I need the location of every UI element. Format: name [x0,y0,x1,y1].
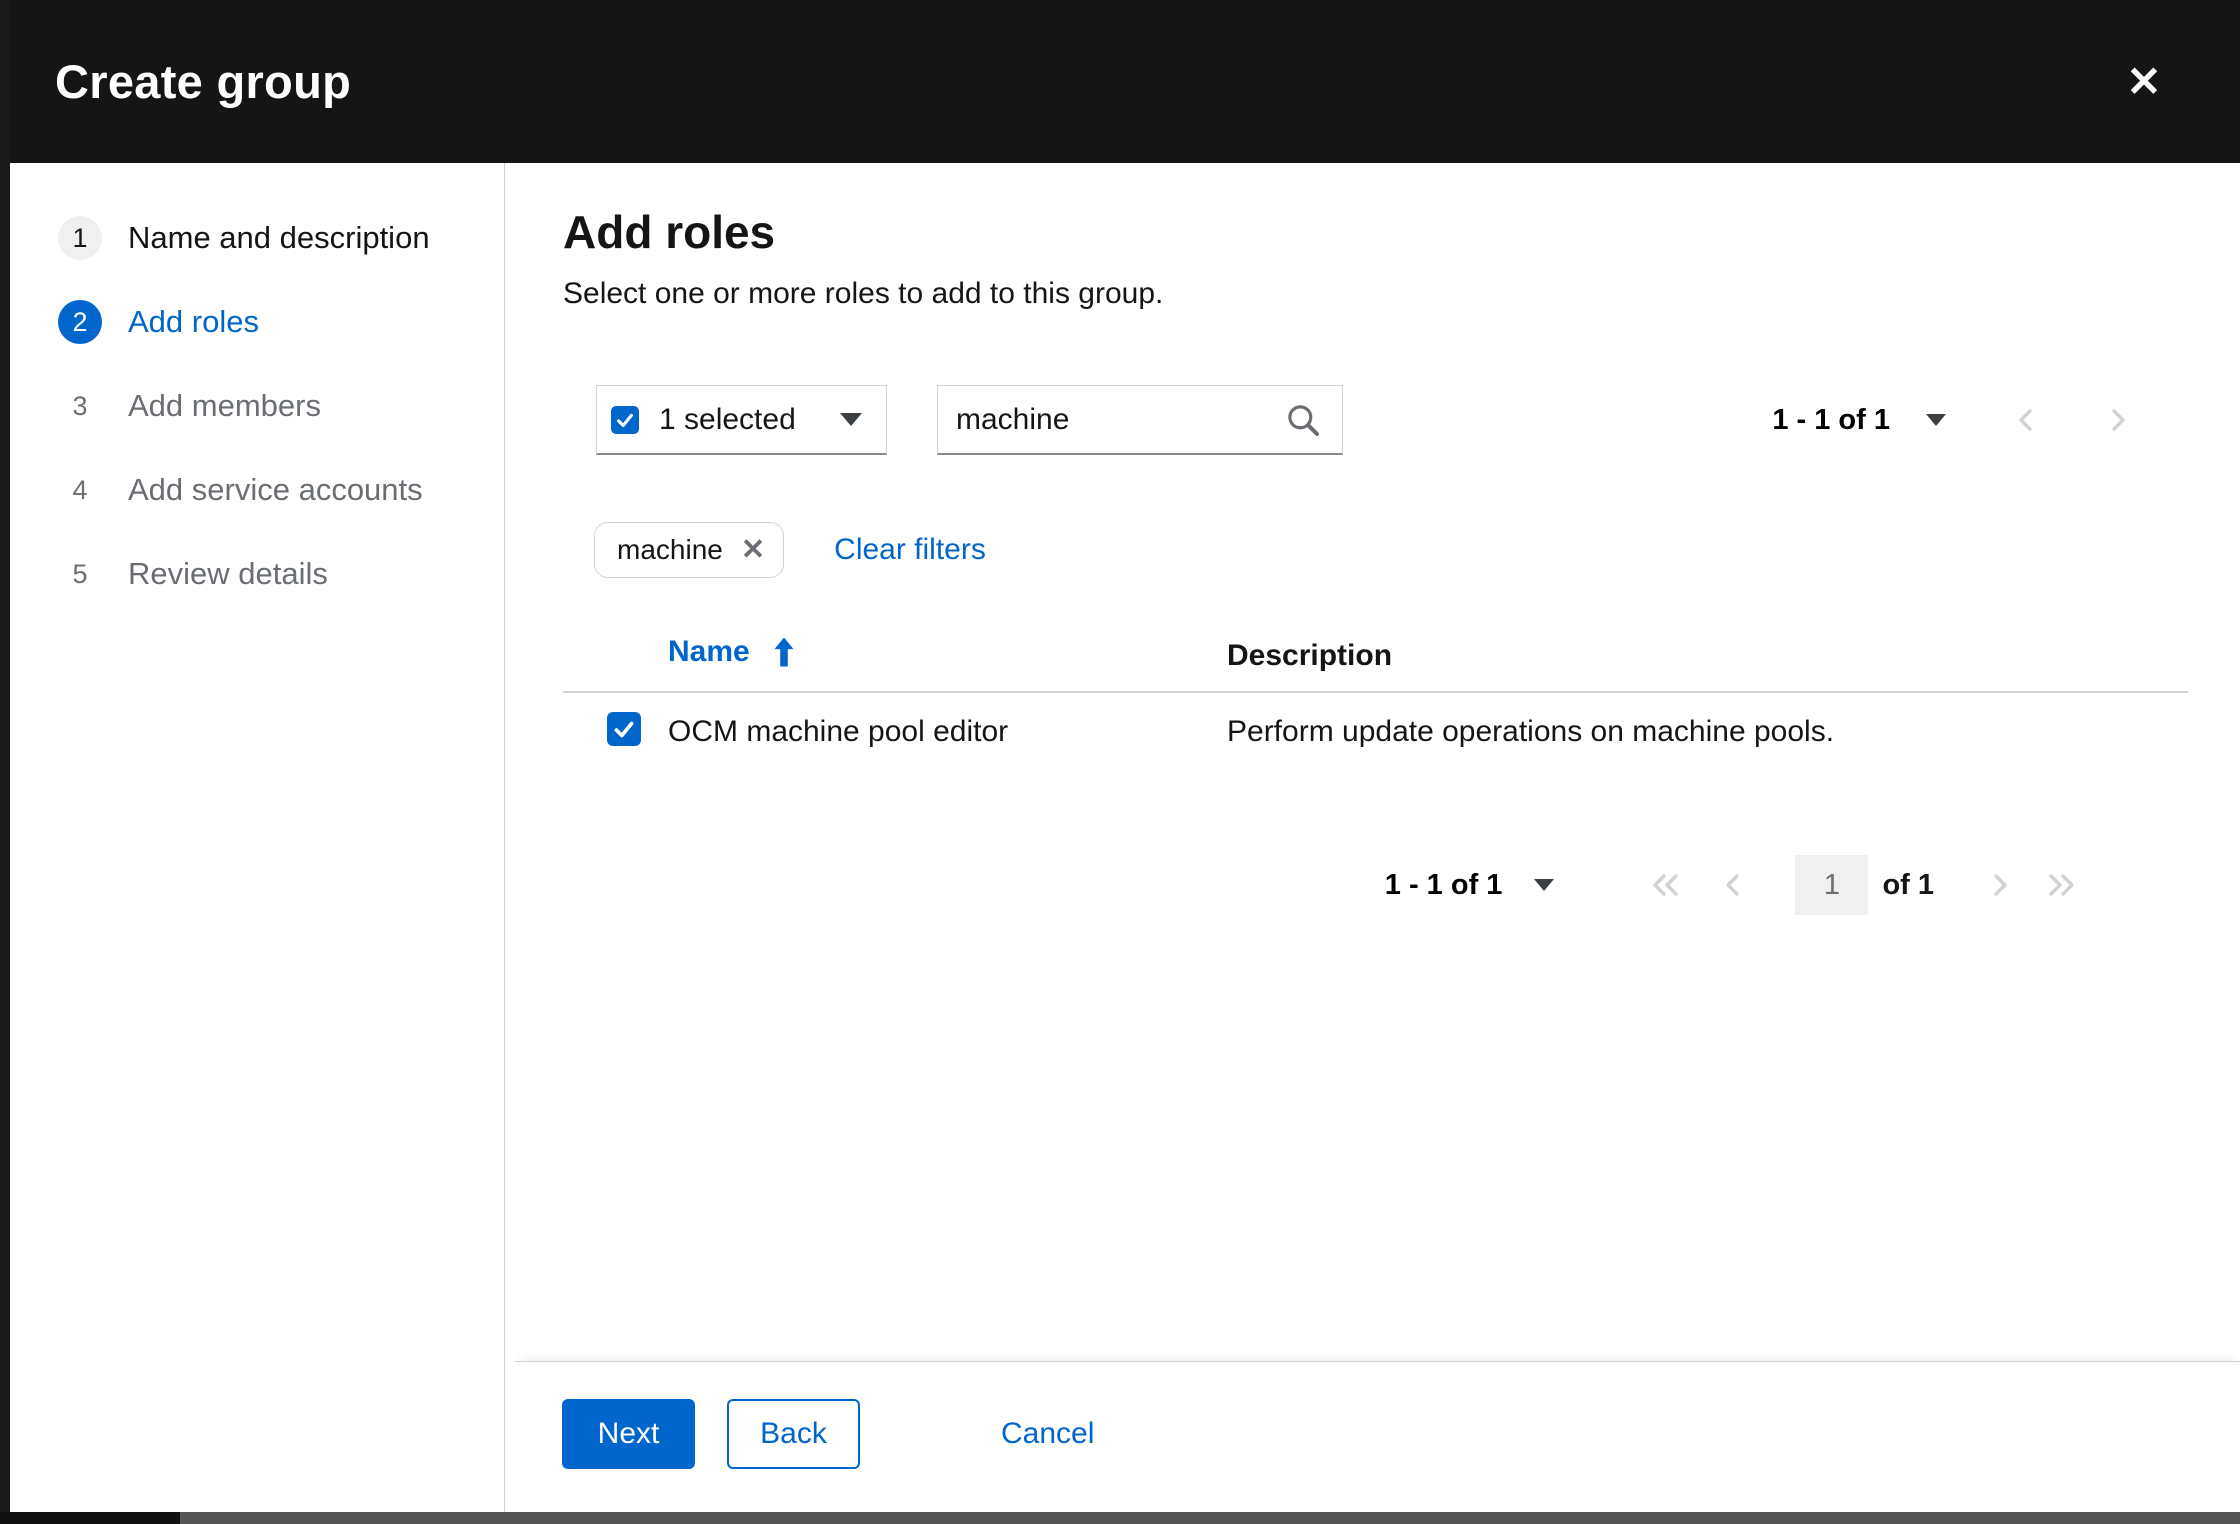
prev-page-button[interactable] [2004,390,2048,450]
chip-label: machine [617,534,723,566]
bulk-select-toggle[interactable]: 1 selected [596,385,887,455]
step-review-details[interactable]: 5 Review details [10,532,504,616]
close-icon: ✕ [741,534,765,566]
wizard-footer: Next Back Cancel [515,1361,2240,1512]
step-label: Add members [128,388,321,424]
role-name-cell: OCM machine pool editor [668,715,1008,749]
step-name-and-description[interactable]: 1 Name and description [10,196,504,280]
step-number: 5 [58,552,102,596]
pagination-summary: 1 - 1 of 1 [1772,404,1890,437]
page-input[interactable] [1795,855,1868,915]
caret-down-icon [1534,879,1554,891]
search-field [937,385,1343,455]
bulk-select-checkbox[interactable] [611,406,639,434]
filter-chip-group: machine ✕ Clear filters [594,522,986,578]
caret-down-icon [1926,414,1946,426]
back-button[interactable]: Back [727,1399,860,1469]
step-add-roles[interactable]: 2 Add roles [10,280,504,364]
page-title: Add roles [563,205,775,259]
pagination-top: 1 - 1 of 1 [1772,385,2140,455]
step-label: Add roles [128,304,259,340]
chevron-left-icon [1718,870,1748,900]
caret-down-icon [840,413,862,426]
underlying-page-left-edge [0,0,10,1524]
last-page-button[interactable] [2039,855,2083,915]
column-header-name: Name [668,635,750,669]
role-description-cell: Perform update operations on machine poo… [1227,715,1834,749]
step-add-service-accounts[interactable]: 4 Add service accounts [10,448,504,532]
chip-remove-button[interactable]: ✕ [741,536,765,565]
column-header-description: Description [1227,639,1392,673]
check-icon [611,716,637,742]
first-page-button[interactable] [1644,855,1688,915]
step-number: 1 [58,216,102,260]
double-chevron-right-icon [2042,870,2080,900]
chevron-left-icon [2011,405,2041,435]
pagination-summary: 1 - 1 of 1 [1385,869,1503,902]
clear-filters-button[interactable]: Clear filters [834,533,986,567]
search-input[interactable] [938,403,1276,437]
step-add-members[interactable]: 3 Add members [10,364,504,448]
wizard-header: Create group ✕ [10,0,2240,163]
step-number: 4 [58,468,102,512]
step-label: Review details [128,556,328,592]
next-page-button[interactable] [2096,390,2140,450]
create-group-modal: Create group ✕ 1 Name and description 2 … [10,0,2240,1512]
page-of-label: of 1 [1882,869,1934,902]
step-label: Name and description [128,220,430,256]
close-icon: ✕ [2126,61,2161,103]
step-number: 3 [58,384,102,428]
step-label: Add service accounts [128,472,423,508]
pagination-menu-toggle[interactable]: 1 - 1 of 1 [1772,404,1946,437]
close-button[interactable]: ✕ [2100,38,2188,126]
next-page-button[interactable] [1978,855,2022,915]
search-icon [1284,401,1322,439]
column-header-name-sort[interactable]: Name [668,635,796,669]
wizard-nav: 1 Name and description 2 Add roles 3 Add… [10,163,505,1512]
double-chevron-left-icon [1647,870,1685,900]
bulk-select-label: 1 selected [659,403,796,437]
modal-title: Create group [55,54,351,109]
underlying-page-bottom-dark [0,1512,180,1524]
pagination-menu-toggle[interactable]: 1 - 1 of 1 [1385,869,1555,902]
chevron-right-icon [1985,870,2015,900]
chevron-right-icon [2103,405,2133,435]
pagination-bottom: 1 - 1 of 1 of 1 [1385,850,2083,920]
table-header-divider [563,691,2188,693]
wizard-body: Add roles Select one or more roles to ad… [515,163,2240,1512]
page-subtitle: Select one or more roles to add to this … [563,277,1163,311]
underlying-page-bottom-gray [180,1512,2240,1524]
filter-chip: machine ✕ [594,522,784,578]
step-number: 2 [58,300,102,344]
next-button[interactable]: Next [562,1399,695,1469]
cancel-button[interactable]: Cancel [995,1399,1100,1469]
sort-ascending-icon [772,636,796,668]
row-checkbox[interactable] [607,712,641,746]
check-icon [614,409,636,431]
prev-page-button[interactable] [1711,855,1755,915]
